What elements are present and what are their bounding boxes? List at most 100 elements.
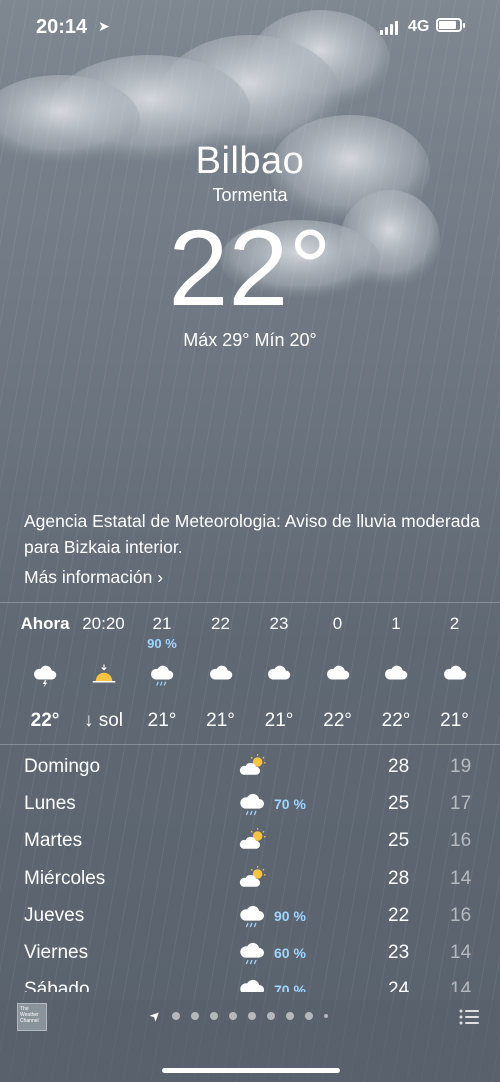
- hour-label: 2: [449, 614, 460, 633]
- day-name: Martes: [24, 830, 83, 852]
- cloud-icon: [326, 665, 349, 680]
- day-low: 17: [450, 793, 472, 815]
- day-high: 23: [388, 942, 410, 963]
- day-precip-chance: 90 %: [274, 907, 306, 924]
- hourly-item: 22 21°: [190, 614, 252, 732]
- more-info-link[interactable]: Más información ›: [24, 564, 484, 590]
- day-icon: [236, 828, 270, 856]
- bottom-toolbar: The Weather Channel ➤: [0, 1000, 500, 1082]
- partly-sunny-icon: [239, 828, 266, 850]
- page-dot[interactable]: [209, 1012, 218, 1020]
- sunset-icon: [92, 664, 115, 683]
- daily-row[interactable]: Sábado 70 % 24 14: [0, 975, 500, 992]
- precip-chance: [248, 636, 310, 652]
- hour-icon: [365, 656, 427, 696]
- day-icon: [236, 791, 270, 819]
- list-icon[interactable]: [459, 1009, 479, 1025]
- hour-temperature: 21°: [206, 710, 235, 731]
- hour-temperature: 22°: [30, 710, 60, 731]
- rain-icon: [240, 980, 264, 992]
- day-name: Domingo: [24, 756, 101, 777]
- condition-label: Tormenta: [212, 185, 288, 205]
- day-name: Sábado: [24, 979, 90, 992]
- hour-temperature: ↓ sol: [83, 710, 124, 731]
- page-dot[interactable]: [171, 1012, 180, 1020]
- precip-chance: [190, 636, 252, 652]
- day-icon: [236, 940, 270, 968]
- hour-temperature: 21°: [264, 710, 294, 731]
- weather-alert[interactable]: Agencia Estatal de Meteorologia: Aviso d…: [24, 508, 484, 590]
- page-dot[interactable]: [190, 1012, 199, 1020]
- rain-icon: [240, 905, 264, 928]
- hour-icon: [14, 656, 76, 696]
- hourly-item: Ahora 22°: [14, 614, 76, 732]
- day-low: 14: [450, 942, 472, 963]
- hourly-forecast[interactable]: Ahora 22° 20:20 ↓ sol 21 90 % 21° 22 21° 23 21° 0 22…: [0, 604, 500, 744]
- page-dot[interactable]: [304, 1012, 313, 1020]
- day-icon: [236, 754, 270, 782]
- hour-label: 21: [152, 614, 172, 633]
- daily-row[interactable]: Domingo 28 19: [0, 752, 500, 789]
- day-icon: [236, 903, 270, 931]
- daily-row[interactable]: Miércoles 28 14: [0, 864, 500, 901]
- cloud-icon: [209, 665, 232, 680]
- hour-icon: [248, 656, 310, 696]
- day-high: 25: [388, 793, 410, 815]
- day-precip-chance: 60 %: [274, 945, 306, 961]
- hour-label: 22: [211, 614, 230, 633]
- cloud-icon: [385, 665, 408, 680]
- page-dot[interactable]: [266, 1012, 275, 1020]
- day-low: 14: [450, 867, 472, 889]
- hour-temperature: 22°: [323, 710, 352, 731]
- day-high: 28: [388, 867, 410, 889]
- hour-icon: [131, 656, 193, 696]
- daily-row[interactable]: Jueves 90 % 22 16: [0, 901, 500, 938]
- alert-text: Agencia Estatal de Meteorologia: Aviso d…: [24, 511, 480, 557]
- precip-chance: [14, 636, 76, 652]
- day-low: 16: [450, 904, 472, 926]
- divider: [0, 602, 500, 603]
- precip-chance: 90 %: [147, 636, 177, 651]
- status-time: 20:14: [36, 16, 88, 38]
- hour-temperature: 21°: [147, 710, 177, 731]
- hour-temperature: 21°: [440, 710, 469, 731]
- hour-label: 0: [332, 614, 343, 633]
- current-temperature: 22°: [168, 207, 332, 328]
- page-dot[interactable]: [247, 1012, 256, 1020]
- hourly-item: 0 22°: [307, 614, 369, 732]
- day-icon: [236, 865, 270, 894]
- precip-chance: [424, 636, 486, 652]
- high-low-temperature: Máx 29° Mín 20°: [183, 330, 317, 350]
- day-low: 16: [450, 830, 472, 852]
- weather-channel-logo[interactable]: The Weather Channel: [17, 1003, 47, 1031]
- hourly-item: 20:20 ↓ sol: [73, 614, 135, 732]
- partly-sunny-icon: [239, 754, 266, 775]
- partly-sunny-icon: [239, 865, 266, 887]
- cloud-icon: [443, 665, 466, 680]
- rain-icon: [240, 794, 264, 816]
- page-dot[interactable]: [323, 1014, 328, 1018]
- page-indicator[interactable]: ➤: [146, 1006, 328, 1025]
- location-arrow-icon: ➤: [145, 1006, 165, 1025]
- precip-chance: [73, 636, 135, 652]
- thunderstorm-icon: [34, 665, 57, 688]
- daily-forecast[interactable]: Domingo 28 19 Lunes 70 % 25 17 Martes 25 16 Miérco…: [0, 752, 500, 992]
- current-weather: Bilbao Tormenta 22° Máx 29° Mín 20°: [0, 140, 500, 351]
- day-precip-chance: 70 %: [274, 796, 306, 813]
- divider: [0, 744, 500, 745]
- hour-label: Ahora: [20, 614, 70, 633]
- day-icon: [236, 977, 270, 992]
- hourly-item: 21 90 % 21°: [131, 614, 193, 732]
- daily-row[interactable]: Viernes 60 % 23 14: [0, 938, 500, 975]
- page-dot[interactable]: [228, 1012, 237, 1020]
- precip-chance: [307, 636, 369, 652]
- daily-row[interactable]: Lunes 70 % 25 17: [0, 789, 500, 826]
- hour-label: 20:20: [82, 614, 125, 633]
- battery-icon: [436, 18, 465, 32]
- page-dot[interactable]: [285, 1012, 294, 1020]
- daily-row[interactable]: Martes 25 16: [0, 826, 500, 863]
- day-name: Miércoles: [24, 867, 106, 889]
- cell-signal-icon: [380, 21, 398, 35]
- status-bar: 20:14 ➤ 4G: [0, 0, 500, 58]
- hour-label: 1: [391, 614, 401, 633]
